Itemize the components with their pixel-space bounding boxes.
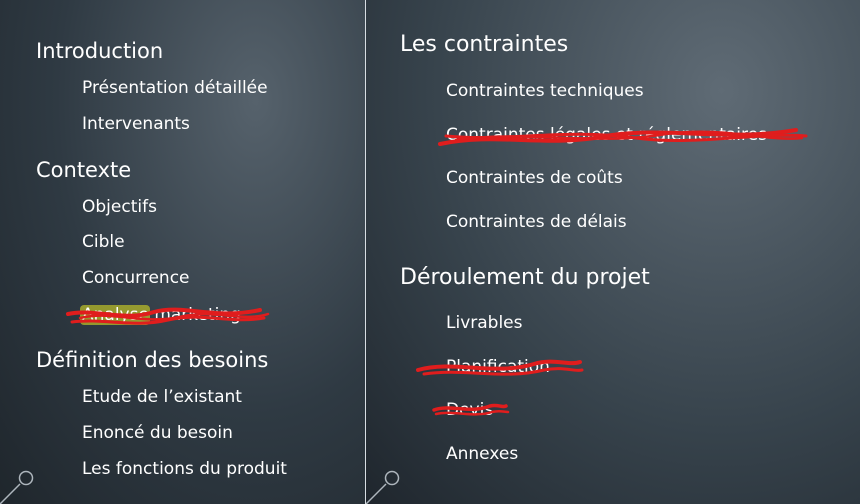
item-etude-existant: Etude de l’existant bbox=[82, 387, 242, 407]
item-annexes: Annexes bbox=[446, 444, 519, 464]
left-panel: Introduction Présentation détaillée Inte… bbox=[0, 0, 366, 504]
corner-ring-icon bbox=[366, 470, 400, 504]
section-title-deroulement-projet: Déroulement du projet bbox=[400, 265, 650, 290]
item-objectifs: Objectifs bbox=[82, 197, 157, 217]
section-title-les-contraintes: Les contraintes bbox=[400, 32, 569, 57]
corner-ring-icon bbox=[0, 470, 34, 504]
right-panel: Les contraintes Contraintes techniques C… bbox=[366, 0, 860, 504]
section-title-contexte: Contexte bbox=[36, 158, 132, 182]
section-title-definition-des-besoins: Définition des besoins bbox=[36, 348, 269, 372]
item-contraintes-couts: Contraintes de coûts bbox=[446, 168, 623, 188]
item-contraintes-delais: Contraintes de délais bbox=[446, 212, 627, 232]
item-planification: Planification bbox=[446, 357, 550, 377]
item-enonce-besoin: Enoncé du besoin bbox=[82, 423, 233, 443]
item-intervenants: Intervenants bbox=[82, 114, 190, 134]
item-fonctions-produit: Les fonctions du produit bbox=[82, 459, 287, 479]
item-analyse-marketing: Analyse marketing bbox=[82, 305, 241, 325]
item-cible: Cible bbox=[82, 232, 125, 252]
item-contraintes-techniques: Contraintes techniques bbox=[446, 81, 644, 101]
item-presentation-detaillee: Présentation détaillée bbox=[82, 78, 268, 98]
item-devis: Devis bbox=[446, 400, 494, 420]
item-concurrence: Concurrence bbox=[82, 268, 190, 288]
item-contraintes-legales: Contraintes légales et réglementaires bbox=[446, 125, 767, 145]
section-title-introduction: Introduction bbox=[36, 39, 164, 63]
item-livrables: Livrables bbox=[446, 313, 523, 333]
